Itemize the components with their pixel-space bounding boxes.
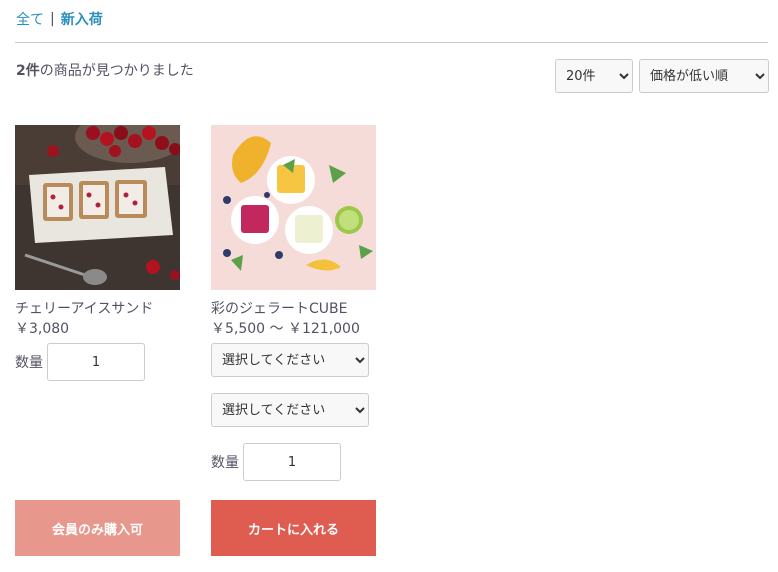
sort-order-select[interactable]: 価格が低い順 bbox=[639, 59, 769, 93]
add-to-cart-button[interactable]: カートに入れる bbox=[211, 500, 376, 556]
product-name[interactable]: 彩のジェラートCUBE bbox=[211, 299, 376, 319]
product-image-cherry-ice-sandwich[interactable] bbox=[15, 125, 180, 290]
quantity-input[interactable] bbox=[47, 343, 145, 381]
quantity-row: 数量 bbox=[15, 343, 180, 381]
sort-controls: 20件 価格が低い順 bbox=[555, 59, 769, 93]
result-count-text: の商品が見つかりました bbox=[39, 63, 194, 79]
option-select-2[interactable]: 選択してください bbox=[211, 393, 369, 427]
breadcrumb-all-link[interactable]: 全て bbox=[16, 9, 44, 29]
result-count: 2件の商品が見つかりました bbox=[16, 60, 194, 80]
breadcrumb: 全て | 新入荷 bbox=[16, 9, 103, 29]
divider bbox=[15, 42, 768, 43]
product-card: チェリーアイスサンド ￥3,080 数量 bbox=[15, 125, 180, 381]
product-name[interactable]: チェリーアイスサンド bbox=[15, 299, 180, 319]
product-price: ￥5,500 ～ ￥121,000 bbox=[211, 321, 360, 337]
cherry-ice-sandwich-image bbox=[15, 125, 180, 290]
breadcrumb-separator: | bbox=[50, 11, 55, 27]
quantity-label: 数量 bbox=[15, 355, 43, 371]
product-card: 彩のジェラートCUBE ￥5,500 ～ ￥121,000 選択してください 選… bbox=[211, 125, 376, 481]
product-image-gelato-cube[interactable] bbox=[211, 125, 376, 290]
members-only-button[interactable]: 会員のみ購入可 bbox=[15, 500, 180, 556]
quantity-label: 数量 bbox=[211, 455, 239, 471]
product-price: ￥3,080 bbox=[15, 321, 70, 337]
breadcrumb-current: 新入荷 bbox=[60, 12, 103, 28]
gelato-cube-image bbox=[211, 125, 376, 290]
quantity-row: 数量 bbox=[211, 443, 376, 481]
per-page-select[interactable]: 20件 bbox=[555, 59, 633, 93]
result-count-number: 2件 bbox=[16, 63, 40, 79]
option-select-1[interactable]: 選択してください bbox=[211, 343, 369, 377]
quantity-input[interactable] bbox=[243, 443, 341, 481]
